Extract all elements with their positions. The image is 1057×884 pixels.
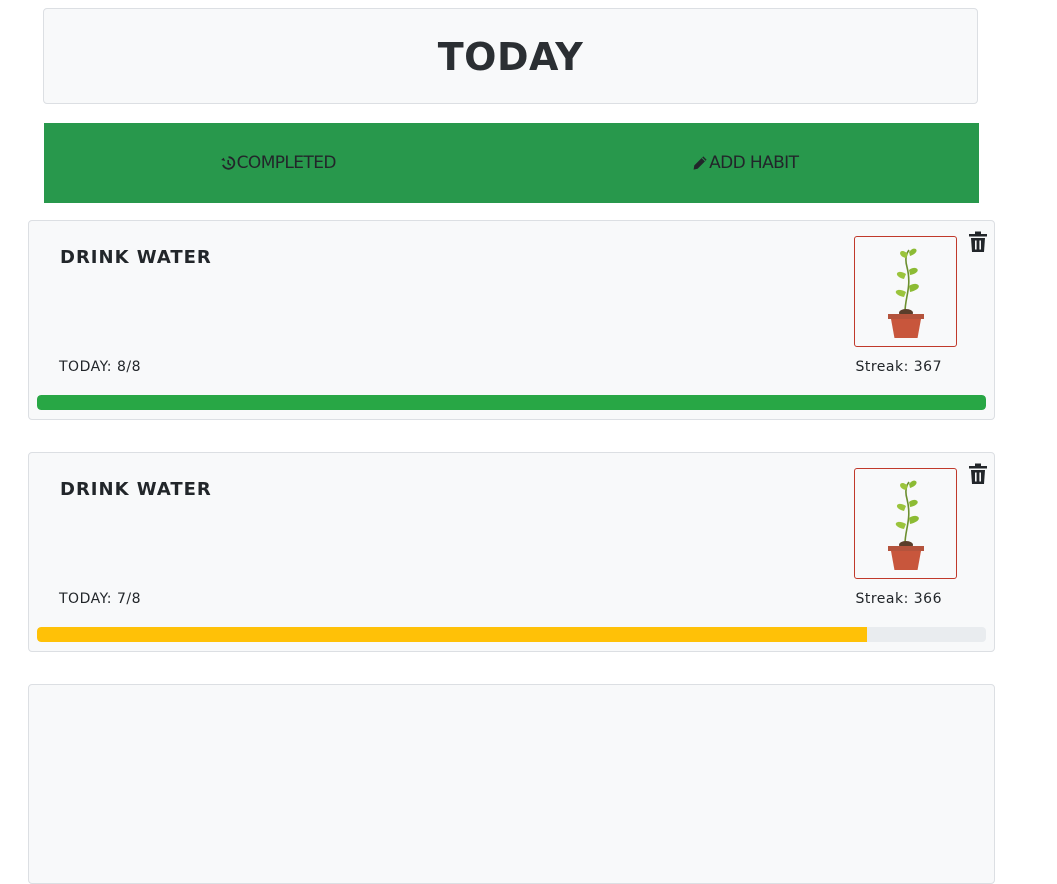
page-title: TODAY (437, 35, 584, 79)
nav-bar: COMPLETED ADD HABIT (44, 123, 979, 203)
habit-name: DRINK WATER (60, 479, 212, 500)
completed-button[interactable]: COMPLETED (44, 123, 512, 203)
add-habit-label: ADD HABIT (709, 153, 799, 173)
habit-name: DRINK WATER (60, 247, 212, 268)
delete-habit-button[interactable] (967, 230, 989, 254)
progress-bar-fill (37, 627, 868, 642)
potted-plant-icon (882, 474, 930, 574)
completed-label: COMPLETED (236, 153, 337, 173)
habit-card (28, 684, 995, 884)
page-header: TODAY (43, 8, 978, 104)
progress-bar (37, 395, 986, 410)
today-count: TODAY: 7/8 (59, 591, 141, 607)
add-habit-button[interactable]: ADD HABIT (512, 123, 980, 203)
streak-count: Streak: 367 (855, 359, 942, 375)
habit-card: DRINK WATER (28, 452, 995, 652)
habit-image (854, 236, 957, 347)
potted-plant-icon (882, 242, 930, 342)
habit-image (854, 468, 957, 579)
pencil-icon (692, 155, 708, 171)
habit-card: DRINK WATER (28, 220, 995, 420)
trash-icon (967, 231, 989, 258)
streak-count: Streak: 366 (855, 591, 942, 607)
trash-icon (967, 463, 989, 490)
today-count: TODAY: 8/8 (59, 359, 141, 375)
history-icon (220, 155, 236, 171)
progress-bar (37, 627, 986, 642)
delete-habit-button[interactable] (967, 462, 989, 486)
progress-bar-fill (37, 395, 986, 410)
